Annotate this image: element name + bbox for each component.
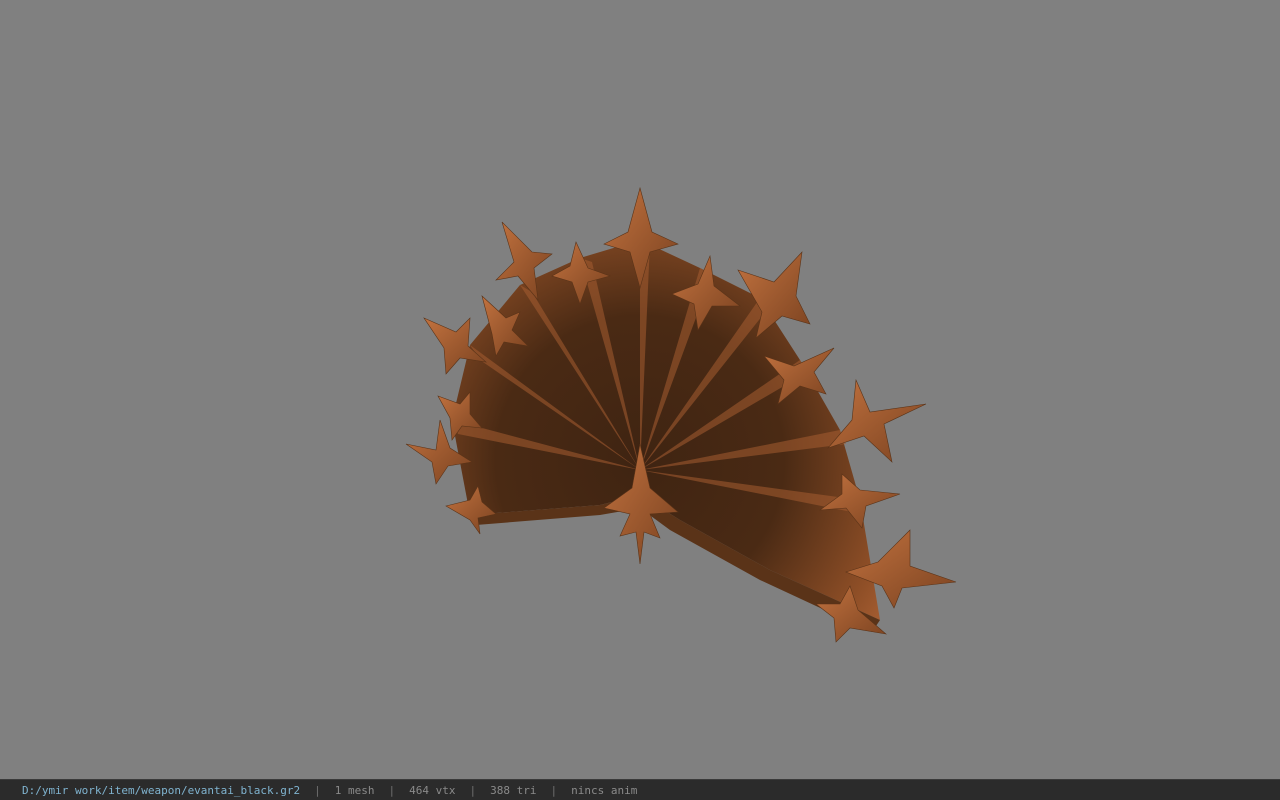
fan-body	[452, 240, 880, 620]
fan-model-render	[405, 186, 957, 643]
triangle-count-label: 388 tri	[490, 783, 537, 797]
status-separator: |	[469, 783, 477, 797]
3d-viewport[interactable]	[0, 0, 1280, 779]
status-separator: |	[314, 783, 321, 797]
file-path-label: D:/ymir work/item/weapon/evantai_black.g…	[22, 783, 301, 797]
status-separator: |	[550, 783, 558, 797]
vertex-count-label: 464 vtx	[409, 783, 456, 797]
mesh-count-label: 1 mesh	[334, 783, 375, 797]
status-bar: D:/ymir work/item/weapon/evantai_black.g…	[0, 779, 1280, 800]
animation-status-label: nincs anim	[571, 783, 638, 797]
status-separator: |	[388, 783, 396, 797]
